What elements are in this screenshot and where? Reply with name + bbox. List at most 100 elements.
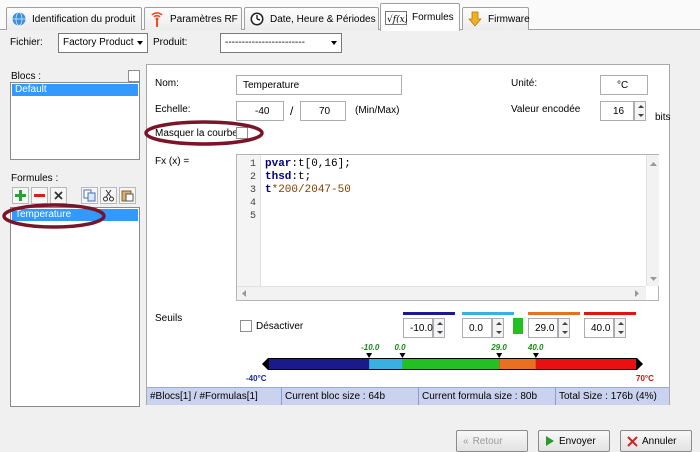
nom-input[interactable]: Temperature (236, 75, 402, 95)
tab-formules[interactable]: √f(x) Formules (380, 3, 460, 31)
marker-label: 29.0 (490, 343, 507, 352)
produit-label: Produit: (153, 37, 188, 48)
chevron-down-icon (137, 41, 143, 45)
tab-label: Formules (412, 12, 454, 23)
fichier-label: Fichier: (10, 37, 43, 48)
list-item[interactable]: Default (12, 84, 138, 96)
green-swatch (513, 318, 523, 334)
scroll-right-icon (635, 290, 639, 297)
paste-button[interactable] (119, 187, 136, 204)
tab-label: Date, Heure & Périodes (270, 13, 376, 25)
threshold-input-1[interactable]: -10.0 (403, 318, 433, 338)
code-keyword: thsd (265, 171, 292, 183)
desactiver-checkbox[interactable] (240, 320, 252, 332)
threshold-marker (366, 353, 373, 358)
threshold-input-2[interactable]: 0.0 (462, 318, 492, 338)
code-text: *200/2047-50 (271, 184, 351, 196)
antenna-icon (151, 12, 163, 27)
code-keyword: t (265, 184, 272, 196)
tab-parametres-rf[interactable]: Paramètres RF (144, 7, 242, 30)
gauge-max-label: 70°C (636, 374, 654, 383)
tab-label: Identification du produit (32, 13, 136, 25)
tab-label: Paramètres RF (170, 13, 238, 25)
status-formula-size: Current formula size : 80b (419, 388, 556, 405)
line-number-gutter: 1 2 3 4 5 (237, 155, 261, 286)
envoyer-button[interactable]: Envoyer (538, 430, 610, 452)
marker-label: 0.0 (394, 343, 406, 352)
code-line: pvar:t[0,16]; (265, 158, 351, 170)
back-icon: « (463, 435, 469, 447)
marker-label: -10.0 (361, 343, 380, 352)
button-label: Annuler (642, 435, 677, 447)
blocs-checkbox[interactable] (128, 70, 140, 82)
highlight-ellipse-masquer (144, 120, 264, 146)
retour-button[interactable]: «Retour (456, 430, 528, 452)
status-total-size: Total Size : 176b (4%) (559, 391, 657, 402)
play-icon (546, 436, 554, 446)
button-label: Retour (472, 435, 503, 447)
threshold-input-4[interactable]: 40.0 (584, 318, 614, 338)
chevron-down-icon (331, 41, 337, 45)
scroll-down-icon (650, 277, 657, 281)
produit-select[interactable]: ------------------------ (220, 33, 342, 53)
annuler-button[interactable]: Annuler (620, 430, 692, 452)
status-blocs-count: #Blocs[1] / #Formulas[1] (147, 388, 282, 405)
globe-icon (12, 12, 26, 26)
threshold-spinner-1[interactable] (433, 318, 445, 338)
max-input[interactable]: 70 (300, 101, 346, 121)
tab-label: Firmware (488, 13, 530, 25)
status-bloc-size: Current bloc size : 64b (282, 388, 419, 405)
desactiver-label: Désactiver (256, 321, 304, 332)
threshold-spinner-3[interactable] (558, 318, 570, 338)
threshold-color-bar (462, 312, 514, 315)
threshold-color-bar (584, 312, 636, 315)
formules-label: Formules : (11, 173, 59, 184)
unite-label: Unité: (511, 78, 538, 89)
code-text: :t; (291, 171, 312, 183)
line-number: 4 (249, 198, 256, 209)
code-line: thsd:t; (265, 171, 311, 183)
bits-input[interactable]: 16 (600, 101, 634, 121)
threshold-marker (532, 353, 539, 358)
echelle-label: Echelle: (155, 104, 191, 115)
produit-value: ------------------------ (225, 37, 305, 48)
gauge-segment-hot (535, 359, 636, 369)
threshold-spinner-2[interactable] (492, 318, 504, 338)
line-number: 2 (249, 172, 256, 183)
threshold-color-bar (403, 312, 455, 315)
cancel-icon (627, 435, 638, 447)
bits-label: bits (655, 112, 671, 123)
marker-label: 40.0 (527, 343, 544, 352)
threshold-spinner-4[interactable] (614, 318, 626, 338)
bits-spinner[interactable] (634, 101, 646, 121)
formules-list[interactable]: Temperature (10, 207, 140, 407)
threshold-input-3[interactable]: 29.0 (528, 318, 558, 338)
formula-editor[interactable]: 1 2 3 4 5 pvar:t[0,16]; thsd:t; t*200/20… (236, 154, 659, 301)
tab-identification[interactable]: Identification du produit (6, 7, 142, 30)
nom-label: Nom: (155, 78, 179, 89)
threshold-marker (399, 353, 406, 358)
clock-icon (250, 12, 264, 26)
gauge-left-cap (262, 358, 268, 370)
blocs-label: Blocs : (11, 71, 42, 82)
horizontal-scrollbar[interactable] (237, 286, 646, 300)
status-bar: #Blocs[1] / #Formulas[1] Current bloc si… (147, 387, 669, 405)
gauge-right-cap (637, 358, 643, 370)
fichier-select[interactable]: Factory Product (58, 33, 148, 53)
tab-firmware[interactable]: Firmware (462, 7, 530, 30)
seuils-label: Seuils (155, 313, 183, 324)
threshold-gauge: -10.0 0.0 29.0 40.0 -40°C 70°C (246, 343, 654, 383)
blocs-list[interactable]: Default (10, 82, 140, 160)
gauge-segment-warm (499, 359, 536, 369)
slash-separator: / (290, 104, 294, 118)
code-keyword: pvar (265, 158, 292, 170)
unite-input[interactable]: °C (600, 75, 648, 95)
gauge-segment-normal (402, 359, 500, 369)
valeur-encodee-label: Valeur encodée (511, 104, 581, 115)
highlight-ellipse-formules (2, 203, 106, 229)
svg-text:√f(x): √f(x) (387, 14, 407, 25)
gauge-segment-cold (269, 359, 370, 369)
tab-date-heure[interactable]: Date, Heure & Périodes (244, 7, 379, 30)
gauge-segment-cool (369, 359, 403, 369)
vertical-scrollbar[interactable] (646, 155, 659, 286)
